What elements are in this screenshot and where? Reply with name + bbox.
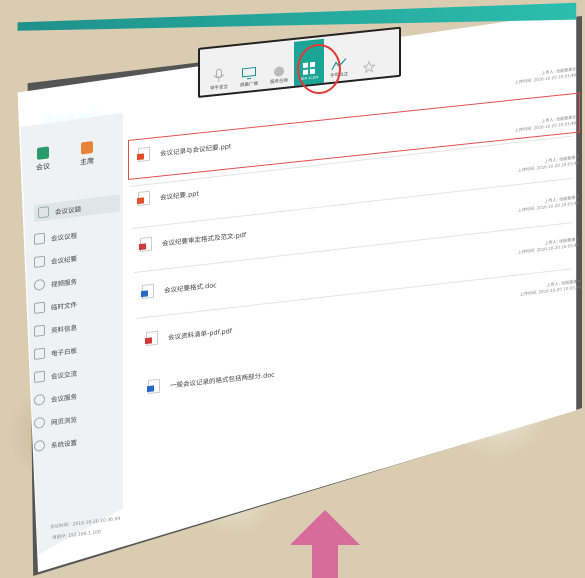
tab-chairman[interactable]: 主席	[80, 141, 94, 168]
folder-icon	[34, 301, 45, 314]
sidebar-item-agenda[interactable]: 会议议程	[34, 223, 120, 245]
sidebar-item-service[interactable]: 会议服务	[34, 384, 120, 406]
doc-file-icon	[141, 283, 154, 299]
highlight-circle	[297, 44, 341, 94]
chat-icon	[34, 370, 45, 383]
sidebar-item-minutes[interactable]: 会议纪要	[34, 246, 120, 268]
star-icon	[363, 60, 375, 74]
toolbar-raise-hand-button[interactable]: 举手发言	[204, 48, 234, 95]
sidebar-item-temp-files[interactable]: 临时文件	[34, 292, 120, 314]
settings-icon	[34, 439, 45, 452]
sidebar-item-video[interactable]: 视频服务	[34, 269, 120, 291]
notes-icon	[34, 255, 45, 268]
person-icon	[81, 141, 93, 155]
ppt-file-icon	[137, 146, 150, 162]
pointer-arrow-icon	[290, 510, 360, 578]
ppt-file-icon	[137, 190, 150, 206]
list-icon	[34, 232, 45, 245]
service-call-icon	[274, 66, 284, 77]
home-icon	[37, 146, 49, 160]
screen-broadcast-icon	[242, 66, 256, 80]
pdf-file-icon	[139, 236, 152, 252]
sidebar-item-browser[interactable]: 网页浏览	[34, 407, 120, 429]
microphone-icon	[213, 68, 225, 82]
pdf-file-icon	[145, 330, 158, 346]
service-icon	[34, 393, 45, 406]
doc-file-icon	[147, 378, 160, 394]
toolbar-favorite-button[interactable]	[354, 32, 384, 79]
globe-icon	[34, 416, 45, 429]
share-icon	[38, 206, 49, 219]
doc-icon	[34, 324, 45, 337]
sidebar-item-chat[interactable]: 会议交流	[34, 361, 120, 383]
whiteboard-icon	[34, 347, 45, 360]
sidebar-menu: 会议议题 会议议程 会议纪要 视频服务 临时文件 资料信息 电子白板 会议交流 …	[34, 194, 120, 452]
video-icon	[34, 278, 45, 291]
tab-meeting[interactable]: 会议	[36, 146, 50, 173]
toolbar-service-call-button[interactable]: 服务召唤	[264, 42, 294, 89]
sidebar-item-whiteboard[interactable]: 电子白板	[34, 338, 120, 360]
toolbar-screen-broadcast-button[interactable]: 屏幕广播	[234, 45, 264, 92]
sidebar-item-materials[interactable]: 资料信息	[34, 315, 120, 337]
